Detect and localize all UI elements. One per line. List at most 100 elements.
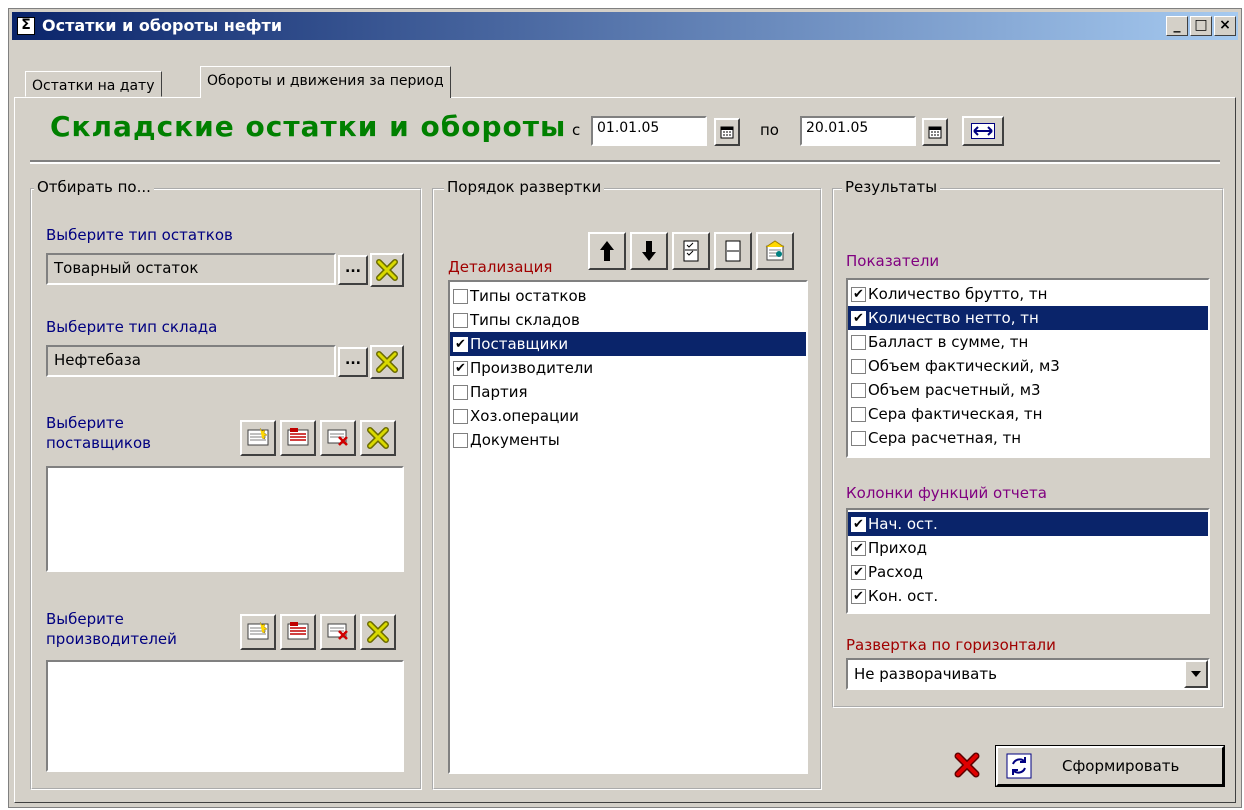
stock-type-label: Выберите тип остатков (46, 226, 233, 244)
indicator-list-item-label: Объем фактический, м3 (868, 357, 1060, 375)
warehouse-type-clear-button[interactable] (370, 345, 404, 379)
detail-list-item-label: Производители (470, 359, 594, 377)
empty-list-icon (725, 240, 741, 262)
warehouse-type-select-button[interactable]: ... (338, 347, 368, 377)
chevron-down-icon (1191, 671, 1201, 677)
detail-list-item[interactable]: Хоз.операции (450, 404, 806, 428)
suppliers-list[interactable] (46, 466, 404, 572)
producers-remove-button[interactable] (320, 614, 356, 650)
suppliers-select-button[interactable] (280, 420, 316, 456)
indicators-label: Показатели (846, 252, 940, 270)
indicator-list-item[interactable]: Сера расчетная, тн (848, 426, 1208, 450)
arrow-down-icon (642, 241, 656, 261)
title-bar[interactable]: Σ Остатки и обороты нефти _ □ × (12, 12, 1238, 40)
column-list-item-label: Нач. ост. (868, 515, 938, 533)
column-list-item[interactable]: ✔ Нач. ост. (848, 512, 1208, 536)
order-legend: Порядок развертки (444, 178, 605, 196)
producers-list[interactable] (46, 660, 404, 772)
detail-list-item[interactable]: Типы складов (450, 308, 806, 332)
suppliers-remove-button[interactable] (320, 420, 356, 456)
indicator-list-item[interactable]: ✔ Количество брутто, тн (848, 282, 1208, 306)
detail-list-item[interactable]: Типы остатков (450, 284, 806, 308)
red-x-icon (954, 752, 980, 778)
cancel-button[interactable] (954, 752, 984, 782)
checkbox-checked-icon[interactable]: ✔ (453, 336, 468, 352)
add-record-icon (247, 427, 269, 446)
suppliers-label-line1: Выберите (46, 414, 124, 432)
minimize-button[interactable]: _ (1166, 16, 1188, 36)
stock-type-field[interactable]: Товарный остаток (46, 253, 336, 285)
move-up-button[interactable] (588, 232, 626, 270)
delete-record-icon (327, 429, 348, 446)
stock-type-select-button[interactable]: ... (338, 255, 368, 285)
indicator-list-item-label: Сера фактическая, тн (868, 405, 1043, 423)
tab-turnover-period[interactable]: Обороты и движения за период (200, 66, 451, 98)
checkbox-checked-icon[interactable]: ✔ (851, 564, 866, 580)
check-all-button[interactable] (672, 232, 710, 270)
filter-legend: Отбирать по... (34, 178, 154, 196)
checkbox-unchecked-icon[interactable] (851, 358, 866, 374)
uncheck-all-button[interactable] (714, 232, 752, 270)
from-date-input[interactable]: 01.01.05 (591, 116, 707, 146)
period-range-button[interactable] (962, 116, 1004, 146)
column-list-item-label: Приход (868, 539, 927, 557)
tab-balance-on-date[interactable]: Остатки на дату (25, 71, 162, 97)
suppliers-clear-button[interactable] (360, 420, 396, 456)
producers-clear-button[interactable] (360, 614, 396, 650)
checkbox-unchecked-icon[interactable] (453, 408, 468, 424)
settings-doc-icon (765, 240, 785, 261)
producers-select-button[interactable] (280, 614, 316, 650)
move-down-button[interactable] (630, 232, 668, 270)
indicator-list-item[interactable]: Объем расчетный, м3 (848, 378, 1208, 402)
column-list-item[interactable]: ✔ Кон. ост. (848, 584, 1208, 608)
save-settings-button[interactable] (756, 232, 794, 270)
checkbox-checked-icon[interactable]: ✔ (851, 286, 866, 302)
to-date-input[interactable]: 20.01.05 (800, 116, 916, 146)
column-list-item[interactable]: ✔ Приход (848, 536, 1208, 560)
detail-list-item[interactable]: ✔ Производители (450, 356, 806, 380)
select-records-icon (287, 622, 309, 640)
detail-list-item[interactable]: Документы (450, 428, 806, 452)
checkbox-unchecked-icon[interactable] (453, 432, 468, 448)
checkbox-unchecked-icon[interactable] (453, 312, 468, 328)
maximize-button[interactable]: □ (1190, 16, 1212, 36)
dropdown-button[interactable] (1184, 660, 1208, 688)
checkbox-unchecked-icon[interactable] (851, 406, 866, 422)
suppliers-add-button[interactable] (240, 420, 276, 456)
indicator-list-item[interactable]: Сера фактическая, тн (848, 402, 1208, 426)
producers-add-button[interactable] (240, 614, 276, 650)
detail-list-item-label: Поставщики (470, 335, 569, 353)
checkbox-unchecked-icon[interactable] (851, 430, 866, 446)
column-list-item-label: Расход (868, 563, 923, 581)
column-list-item[interactable]: ✔ Расход (848, 560, 1208, 584)
checkbox-checked-icon[interactable]: ✔ (453, 360, 468, 376)
checkbox-unchecked-icon[interactable] (453, 384, 468, 400)
clear-x-icon (367, 621, 389, 643)
checkbox-checked-icon[interactable]: ✔ (851, 516, 866, 532)
to-calendar-button[interactable] (922, 118, 948, 146)
warehouse-type-field[interactable]: Нефтебаза (46, 345, 336, 377)
stock-type-clear-button[interactable] (370, 253, 404, 287)
detail-order-list[interactable]: Типы остатков Типы складов ✔ Поставщики ✔ Про… (448, 280, 808, 774)
checkbox-checked-icon[interactable]: ✔ (851, 540, 866, 556)
horizontal-select-value: Не разворачивать (854, 665, 997, 683)
generate-button[interactable]: Сформировать (995, 745, 1225, 787)
checkbox-checked-icon[interactable]: ✔ (851, 588, 866, 604)
from-label: с (572, 121, 581, 139)
columns-list[interactable]: ✔ Нач. ост. ✔ Приход ✔ Расход ✔ Кон. ост. (846, 508, 1210, 614)
detail-list-item[interactable]: Партия (450, 380, 806, 404)
checkbox-unchecked-icon[interactable] (851, 382, 866, 398)
horizontal-select[interactable]: Не разворачивать (846, 658, 1210, 690)
indicator-list-item[interactable]: Балласт в сумме, тн (848, 330, 1208, 354)
checkbox-checked-icon[interactable]: ✔ (851, 310, 866, 326)
clear-x-icon (367, 427, 389, 449)
indicator-list-item[interactable]: ✔ Количество нетто, тн (848, 306, 1208, 330)
checkbox-unchecked-icon[interactable] (453, 288, 468, 304)
window-title: Остатки и обороты нефти (42, 16, 283, 35)
indicators-list[interactable]: ✔ Количество брутто, тн ✔ Количество нетто,… (846, 278, 1210, 458)
close-button[interactable]: × (1214, 16, 1236, 36)
detail-list-item[interactable]: ✔ Поставщики (450, 332, 806, 356)
indicator-list-item[interactable]: Объем фактический, м3 (848, 354, 1208, 378)
checkbox-unchecked-icon[interactable] (851, 334, 866, 350)
from-calendar-button[interactable] (714, 118, 740, 146)
